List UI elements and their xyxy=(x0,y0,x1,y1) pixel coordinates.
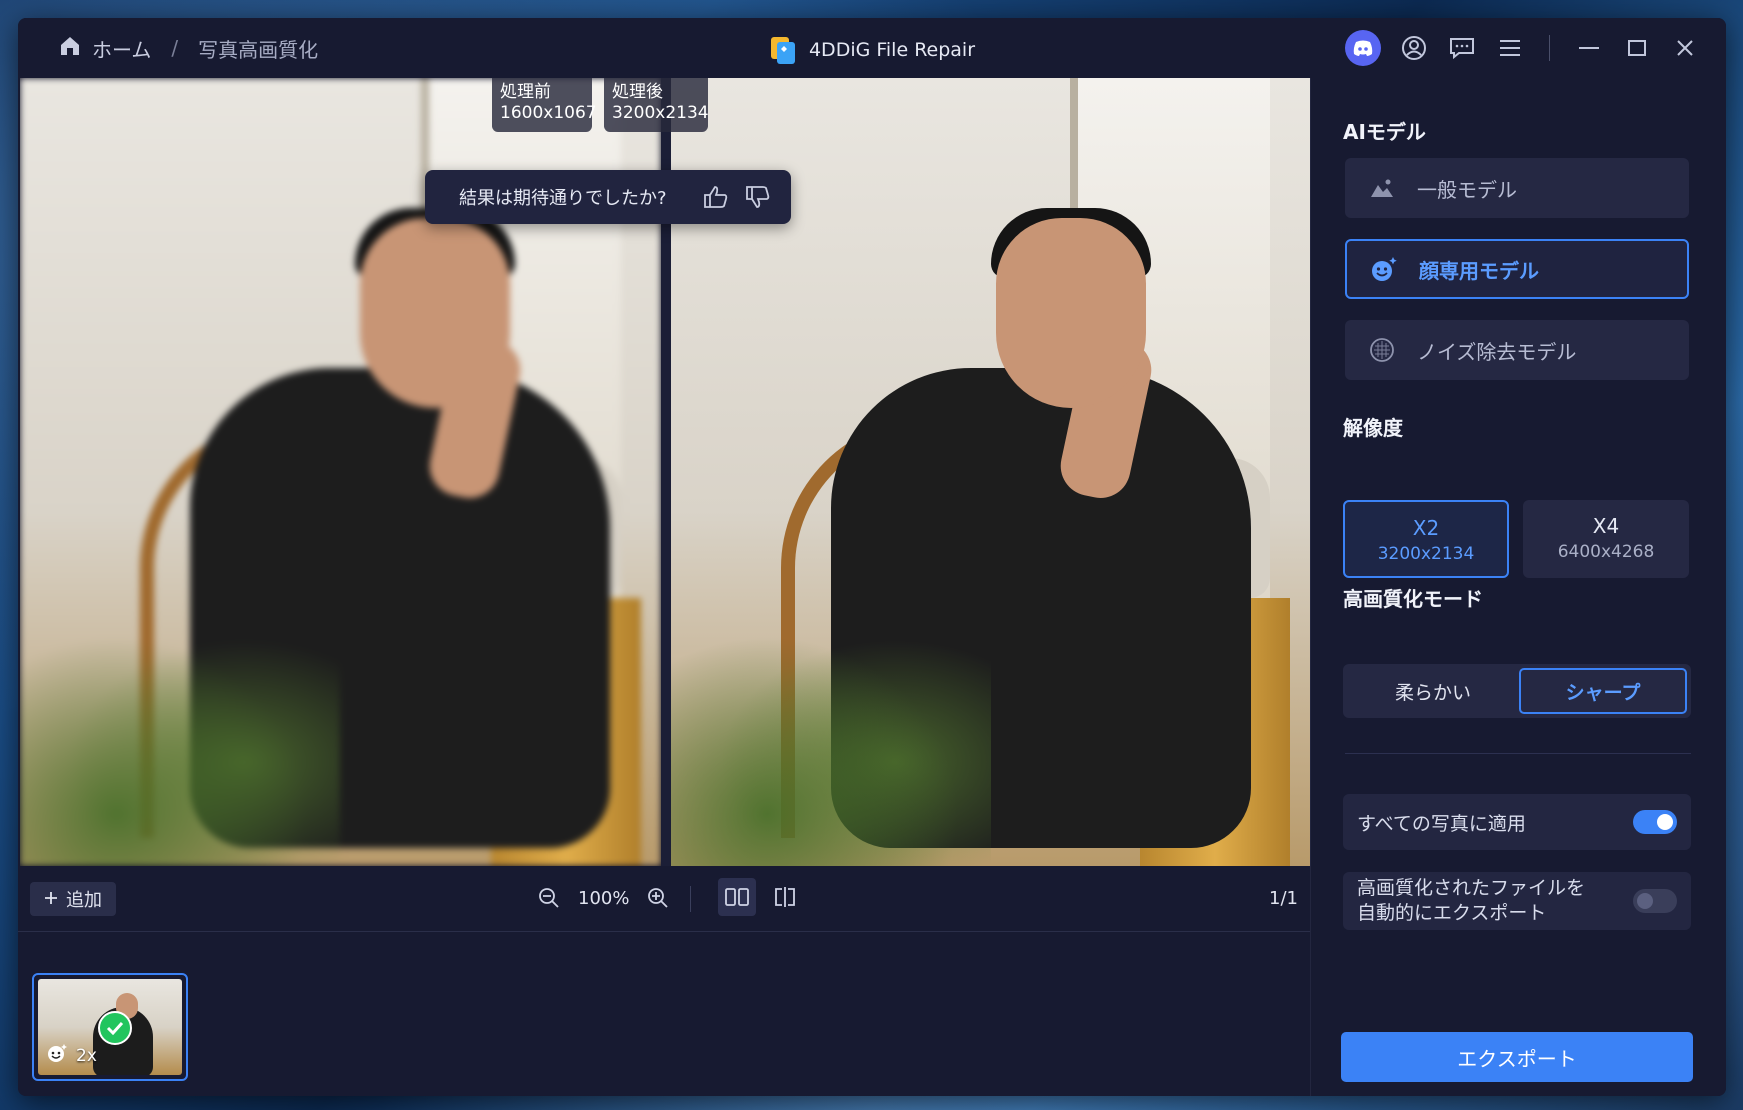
auto-export-toggle[interactable] xyxy=(1633,889,1677,913)
app-window: ホーム / 写真高画質化 4DDiG File Repair 処理前 1600x… xyxy=(18,18,1726,1096)
plus-icon xyxy=(44,889,58,910)
before-size: 1600x1067 xyxy=(500,103,597,123)
apply-all-row: すべての写真に適用 xyxy=(1343,794,1691,850)
thumbnail-image: 2x xyxy=(38,979,182,1075)
apply-all-toggle[interactable] xyxy=(1633,810,1677,834)
model-noise-label: ノイズ除去モデル xyxy=(1417,339,1577,364)
app-logo-icon xyxy=(769,35,797,65)
resolution-x2-button[interactable]: X2 3200x2134 xyxy=(1343,500,1509,578)
title-bar: ホーム / 写真高画質化 4DDiG File Repair xyxy=(18,18,1726,78)
model-noise-button[interactable]: ノイズ除去モデル xyxy=(1345,320,1689,380)
app-title-text: 4DDiG File Repair xyxy=(808,39,976,61)
feedback-popup: 結果は期待通りでしたか? xyxy=(425,170,791,224)
window-controls xyxy=(1345,30,1700,66)
resolution-x2-size: 3200x2134 xyxy=(1377,544,1475,564)
resolution-x2-label: X2 xyxy=(1412,516,1440,540)
settings-panel: AIモデル 一般モデル 顔専用モデル ノイズ除去モデル 解像度 X2 3200x… xyxy=(1310,78,1726,1096)
view-mode-switch xyxy=(718,878,804,916)
model-face-button[interactable]: 顔専用モデル xyxy=(1345,239,1689,299)
model-general-button[interactable]: 一般モデル xyxy=(1345,158,1689,218)
feedback-question: 結果は期待通りでしたか? xyxy=(459,188,667,209)
page-indicator: 1/1 xyxy=(1269,888,1298,909)
discord-icon[interactable] xyxy=(1345,30,1381,66)
ai-model-title: AIモデル xyxy=(1343,120,1426,144)
before-label-title: 処理前 xyxy=(500,82,551,102)
apply-all-label: すべての写真に適用 xyxy=(1357,812,1526,835)
auto-export-label-line2: 自動的にエクスポート xyxy=(1357,902,1547,924)
divider xyxy=(1549,35,1550,61)
check-icon xyxy=(98,1011,132,1045)
resolution-title: 解像度 xyxy=(1343,416,1403,440)
noise-icon xyxy=(1367,335,1397,365)
side-by-side-view-icon[interactable] xyxy=(718,878,756,916)
face-icon xyxy=(1369,254,1399,284)
mode-sharp-button[interactable]: シャープ xyxy=(1519,668,1687,714)
divider xyxy=(690,886,691,912)
zoom-level: 100% xyxy=(578,887,630,909)
face-icon xyxy=(46,1042,68,1069)
thumbnail-item[interactable]: 2x xyxy=(32,973,188,1081)
menu-icon[interactable] xyxy=(1495,30,1525,66)
before-label: 処理前 1600x1067 xyxy=(492,78,597,132)
resolution-x4-label: X4 xyxy=(1592,514,1620,538)
add-button[interactable]: 追加 xyxy=(30,882,116,916)
model-general-label: 一般モデル xyxy=(1417,177,1517,202)
zoom-controls: 100% xyxy=(536,880,671,916)
auto-export-row: 高画質化されたファイルを 自動的にエクスポート xyxy=(1343,872,1691,930)
thumbs-up-icon[interactable] xyxy=(701,182,731,212)
after-label-title: 処理後 xyxy=(612,82,663,102)
image-viewer: 処理前 1600x1067 処理後 3200x2134 結果は期待通りでしたか? xyxy=(20,78,1310,866)
auto-export-label-line1: 高画質化されたファイルを xyxy=(1357,877,1586,899)
split-view-icon[interactable] xyxy=(766,878,804,916)
export-button[interactable]: エクスポート xyxy=(1341,1032,1693,1082)
thumbnail-strip: 2x xyxy=(18,933,1310,1096)
model-face-label: 顔専用モデル xyxy=(1419,258,1539,283)
resolution-x4-size: 6400x4268 xyxy=(1557,542,1655,562)
maximize-icon[interactable] xyxy=(1622,30,1652,66)
enhance-mode-switch: 柔らかい シャープ xyxy=(1343,664,1691,718)
viewer-toolbar: 追加 100% 1/1 xyxy=(18,866,1310,932)
add-button-label: 追加 xyxy=(66,890,102,911)
after-size: 3200x2134 xyxy=(612,103,709,123)
minimize-icon[interactable] xyxy=(1574,30,1604,66)
feedback-icon[interactable] xyxy=(1447,30,1477,66)
after-label: 処理後 3200x2134 xyxy=(604,78,709,132)
landscape-icon xyxy=(1367,173,1397,203)
zoom-out-icon[interactable] xyxy=(536,880,562,916)
account-icon[interactable] xyxy=(1399,30,1429,66)
zoom-in-icon[interactable] xyxy=(645,880,671,916)
resolution-x4-button[interactable]: X4 6400x4268 xyxy=(1523,500,1689,578)
close-icon[interactable] xyxy=(1670,30,1700,66)
thumbnail-tag: 2x xyxy=(46,1042,97,1069)
divider xyxy=(1345,753,1691,754)
thumbnail-scale: 2x xyxy=(76,1045,97,1066)
mode-soft-button[interactable]: 柔らかい xyxy=(1349,668,1517,714)
thumbs-down-icon[interactable] xyxy=(743,182,773,212)
mode-title: 高画質化モード xyxy=(1343,587,1483,611)
